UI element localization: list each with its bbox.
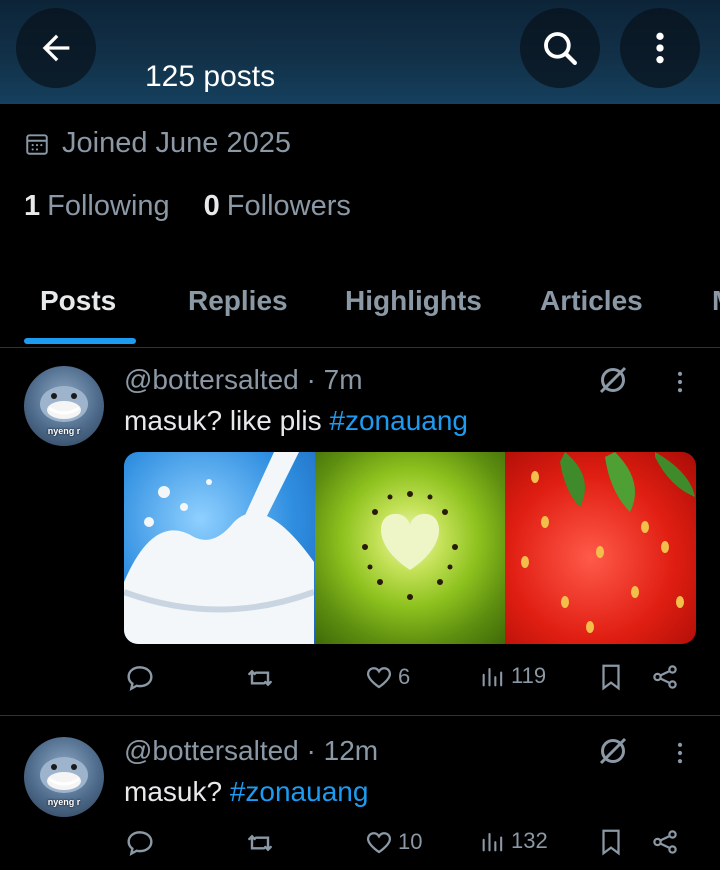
- reply-button[interactable]: [124, 662, 156, 694]
- post-body: masuk? like plis: [124, 405, 330, 436]
- hashtag-link[interactable]: #zonauang: [329, 405, 468, 436]
- post-handle[interactable]: @bottersalted: [124, 364, 299, 395]
- heart-icon: [366, 667, 392, 689]
- profile-header-bar: 125 posts: [0, 0, 720, 104]
- following-label: Following: [47, 190, 170, 222]
- joined-text: Joined June 2025: [62, 127, 291, 159]
- views-button[interactable]: 119: [479, 662, 546, 690]
- milk-image: [124, 452, 315, 644]
- tab-overflow[interactable]: M: [712, 285, 720, 317]
- view-count: 132: [511, 828, 548, 853]
- share-icon: [653, 830, 677, 854]
- post-divider: [0, 715, 720, 716]
- tab-highlights[interactable]: Highlights: [345, 285, 482, 317]
- post-header: @bottersalted · 7m: [124, 364, 363, 395]
- active-tab-indicator: [24, 338, 136, 344]
- repost-icon: [248, 669, 272, 687]
- share-button[interactable]: [650, 827, 680, 857]
- profile-tabs: Posts Replies Highlights Articles M: [0, 270, 720, 348]
- views-icon: [482, 667, 503, 687]
- repost-button[interactable]: [244, 662, 276, 694]
- repost-icon: [248, 834, 272, 852]
- reply-icon: [127, 666, 153, 691]
- avatar-label: nyeng r: [47, 426, 81, 436]
- like-count: 6: [398, 664, 411, 689]
- search-icon: [544, 32, 577, 65]
- followers-link[interactable]: 0 Followers: [204, 190, 351, 223]
- like-button[interactable]: 10: [364, 827, 422, 857]
- share-button[interactable]: [650, 662, 680, 692]
- post-handle[interactable]: @bottersalted: [124, 735, 299, 766]
- more-vertical-icon: [656, 32, 664, 64]
- post-header: @bottersalted · 12m: [124, 735, 379, 766]
- post-text: masuk? like plis #zonauang: [124, 405, 468, 437]
- views-icon: [482, 832, 503, 852]
- like-count: 10: [398, 829, 423, 854]
- grok-icon[interactable]: [595, 362, 631, 398]
- search-button[interactable]: [520, 8, 600, 88]
- followers-label: Followers: [226, 190, 351, 222]
- grok-icon[interactable]: [595, 733, 631, 769]
- post-more-icon[interactable]: [666, 739, 694, 767]
- following-count: 1: [24, 190, 41, 222]
- post-time[interactable]: 7m: [324, 364, 363, 395]
- tab-articles[interactable]: Articles: [540, 285, 643, 317]
- post-text: masuk? #zonauang: [124, 776, 368, 808]
- follow-stats: 1 Following 0 Followers: [24, 190, 351, 223]
- avatar[interactable]: nyeng r: [24, 737, 104, 817]
- followers-count: 0: [203, 190, 220, 222]
- post-count: 125 posts: [145, 60, 276, 93]
- tab-replies[interactable]: Replies: [188, 285, 288, 317]
- bookmark-button[interactable]: [596, 827, 626, 857]
- post-body: masuk?: [124, 776, 230, 807]
- reply-button[interactable]: [124, 827, 156, 859]
- post-actions: 6 119: [124, 662, 696, 702]
- following-link[interactable]: 1 Following: [24, 190, 170, 223]
- joined-date: Joined June 2025: [24, 127, 291, 160]
- post-more-icon[interactable]: [666, 368, 694, 396]
- arrow-left-icon: [42, 34, 70, 62]
- kiwi-image: [314, 452, 506, 644]
- view-count: 119: [511, 663, 547, 688]
- more-options-button[interactable]: [620, 8, 700, 88]
- heart-icon: [366, 832, 392, 854]
- bookmark-icon: [602, 829, 620, 856]
- hashtag-link[interactable]: #zonauang: [230, 776, 369, 807]
- post-media[interactable]: [124, 452, 696, 644]
- post-time[interactable]: 12m: [324, 735, 378, 766]
- back-button[interactable]: [16, 8, 96, 88]
- bookmark-button[interactable]: [596, 662, 626, 692]
- like-button[interactable]: 6: [364, 662, 410, 692]
- avatar-label: nyeng r: [47, 797, 81, 807]
- views-button[interactable]: 132: [479, 827, 548, 855]
- bookmark-icon: [602, 664, 620, 691]
- calendar-icon: [26, 133, 48, 155]
- repost-button[interactable]: [244, 827, 276, 859]
- share-icon: [653, 665, 677, 689]
- avatar[interactable]: nyeng r: [24, 366, 104, 446]
- tab-posts[interactable]: Posts: [40, 285, 116, 317]
- reply-icon: [127, 831, 153, 856]
- strawberry-image: [505, 452, 696, 644]
- post-actions: 10 132: [124, 827, 696, 867]
